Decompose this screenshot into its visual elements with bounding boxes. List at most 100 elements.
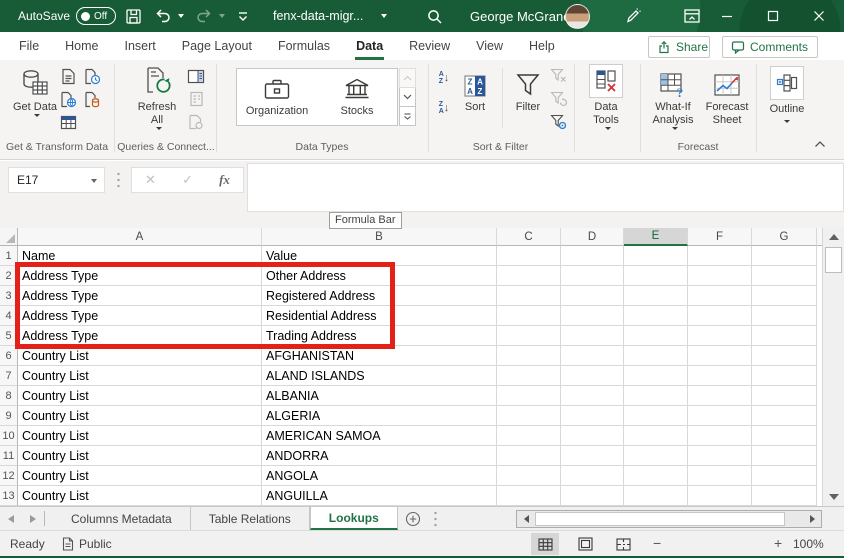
cell-E4[interactable] [624,306,688,326]
horizontal-scroll-thumb[interactable] [535,512,785,526]
cell-G6[interactable] [752,346,817,366]
cell-D11[interactable] [561,446,624,466]
row-header-7[interactable]: 7 [0,366,18,386]
gallery-scroll-down[interactable] [399,88,416,107]
cell-D12[interactable] [561,466,624,486]
formula-bar-input[interactable] [247,163,844,212]
minimize-button[interactable] [706,0,748,32]
cell-G5[interactable] [752,326,817,346]
cell-D3[interactable] [561,286,624,306]
row-header-9[interactable]: 9 [0,406,18,426]
sheet-tab-lookups[interactable]: Lookups [310,507,398,530]
clear-filter-button[interactable] [548,66,568,86]
reapply-filter-button[interactable] [548,89,568,109]
cell-C9[interactable] [497,406,561,426]
sheet-tab-table-relations[interactable]: Table Relations [191,507,310,530]
sort-button[interactable]: ZAAZ Sort [458,64,492,114]
zoom-in-button[interactable]: + [774,535,782,551]
row-header-13[interactable]: 13 [0,486,18,506]
row-header-6[interactable]: 6 [0,346,18,366]
cell-B9[interactable]: ALGERIA [262,406,497,426]
cell-A6[interactable]: Country List [18,346,262,366]
edit-links-button[interactable] [186,112,206,132]
column-header-A[interactable]: A [18,228,262,246]
cell-F1[interactable] [688,246,752,266]
cell-A1[interactable]: Name [18,246,262,266]
redo-button[interactable] [193,0,215,32]
gallery-scroll-up[interactable] [399,68,416,88]
scroll-down-button[interactable] [823,488,844,506]
cell-D6[interactable] [561,346,624,366]
cell-B11[interactable]: ANDORRA [262,446,497,466]
forecast-sheet-button[interactable]: Forecast Sheet [700,64,754,127]
row-header-1[interactable]: 1 [0,246,18,266]
undo-dropdown[interactable] [175,0,187,32]
row-header-4[interactable]: 4 [0,306,18,326]
normal-view-button[interactable] [531,533,559,555]
cell-A4[interactable]: Address Type [18,306,262,326]
horizontal-scrollbar[interactable] [516,510,822,528]
cell-F3[interactable] [688,286,752,306]
column-header-G[interactable]: G [752,228,817,246]
cell-E7[interactable] [624,366,688,386]
cell-F10[interactable] [688,426,752,446]
scroll-left-button[interactable] [519,514,533,524]
cell-F2[interactable] [688,266,752,286]
new-sheet-button[interactable] [398,507,428,530]
column-header-F[interactable]: F [688,228,752,246]
ribbon-tab-help[interactable]: Help [516,32,568,60]
scroll-right-button[interactable] [805,514,819,524]
ribbon-tab-view[interactable]: View [463,32,516,60]
cell-A9[interactable]: Country List [18,406,262,426]
cell-B2[interactable]: Other Address [262,266,497,286]
cell-G1[interactable] [752,246,817,266]
sensitivity-label[interactable]: Public [79,537,112,551]
name-box[interactable]: E17 [8,167,105,193]
ribbon-tab-insert[interactable]: Insert [112,32,169,60]
ribbon-tab-formulas[interactable]: Formulas [265,32,343,60]
cell-C4[interactable] [497,306,561,326]
cell-C11[interactable] [497,446,561,466]
from-table-range-button[interactable] [58,112,78,132]
cell-G3[interactable] [752,286,817,306]
comments-button[interactable]: Comments [722,36,818,58]
cell-E5[interactable] [624,326,688,346]
cell-D1[interactable] [561,246,624,266]
column-header-E[interactable]: E [624,228,688,246]
quick-access-customize-button[interactable] [232,0,254,32]
row-header-2[interactable]: 2 [0,266,18,286]
data-type-stocks[interactable]: Stocks [317,69,397,125]
from-text-button[interactable] [58,66,78,86]
cell-F13[interactable] [688,486,752,506]
vertical-scroll-thumb[interactable] [825,247,842,273]
save-button[interactable] [121,0,145,32]
row-header-8[interactable]: 8 [0,386,18,406]
user-name[interactable]: George McGrane [470,9,570,24]
cell-B12[interactable]: ANGOLA [262,466,497,486]
cell-F6[interactable] [688,346,752,366]
cell-D5[interactable] [561,326,624,346]
cancel-entry-icon[interactable]: ✕ [145,172,156,188]
cell-C3[interactable] [497,286,561,306]
cell-D9[interactable] [561,406,624,426]
cell-F5[interactable] [688,326,752,346]
cell-G2[interactable] [752,266,817,286]
cell-C12[interactable] [497,466,561,486]
close-button[interactable] [798,0,840,32]
cell-G9[interactable] [752,406,817,426]
cell-E11[interactable] [624,446,688,466]
cell-F11[interactable] [688,446,752,466]
cell-G10[interactable] [752,426,817,446]
cell-E12[interactable] [624,466,688,486]
outline-button[interactable]: Outline [764,62,810,123]
row-header-3[interactable]: 3 [0,286,18,306]
cell-D8[interactable] [561,386,624,406]
cell-D7[interactable] [561,366,624,386]
row-header-10[interactable]: 10 [0,426,18,446]
title-dropdown[interactable] [378,0,390,32]
share-button[interactable]: Share [648,36,710,58]
cell-C6[interactable] [497,346,561,366]
advanced-filter-button[interactable] [548,112,568,132]
cell-F12[interactable] [688,466,752,486]
cell-E3[interactable] [624,286,688,306]
